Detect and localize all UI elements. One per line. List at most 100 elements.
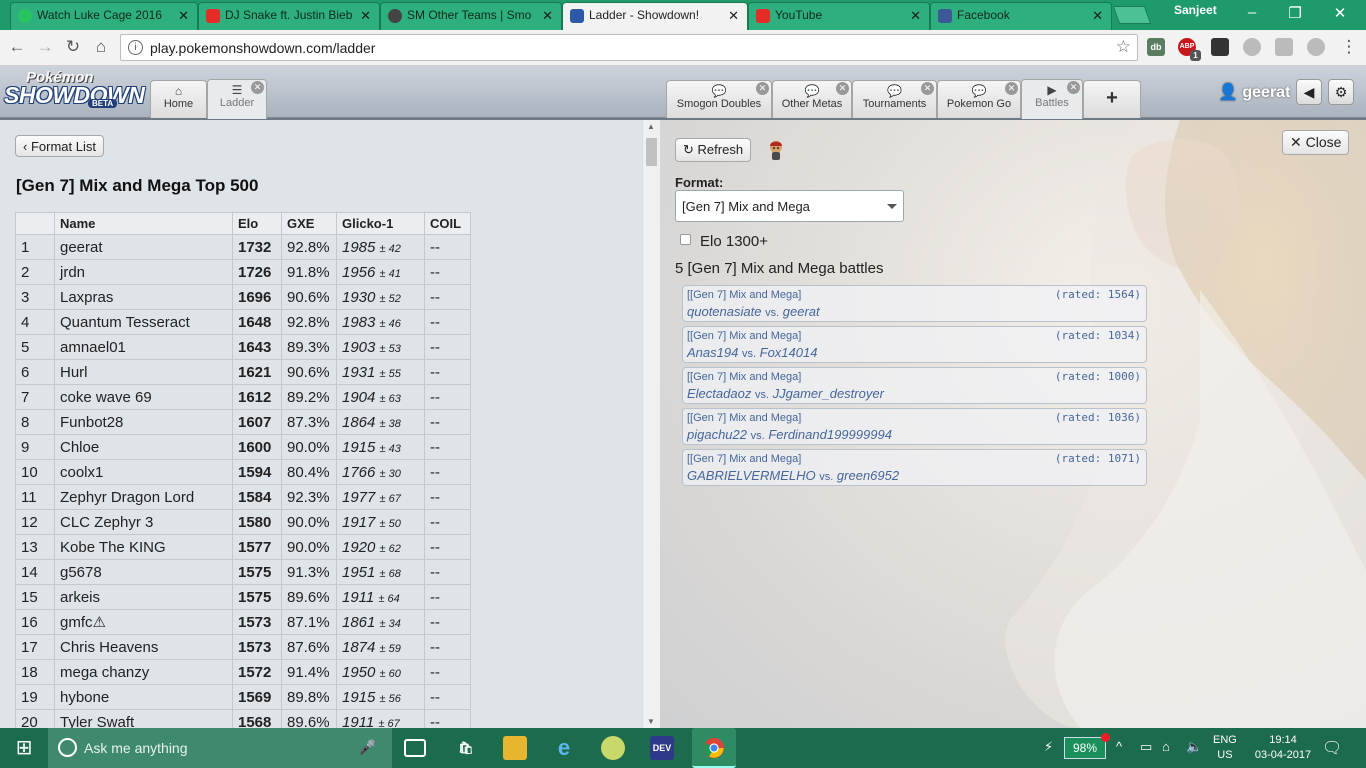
power-plug-icon[interactable]: ⚡ [1044, 739, 1053, 755]
player-name-link[interactable]: g5678 [54, 559, 233, 585]
info-icon[interactable]: i [128, 40, 143, 55]
db-extension-icon[interactable]: db [1147, 38, 1165, 56]
format-select[interactable]: [Gen 7] Mix and Mega [675, 190, 904, 222]
restore-icon[interactable]: ❐ [1280, 4, 1310, 22]
chevron-up-icon[interactable]: ^ [1116, 739, 1122, 754]
browser-tab-3[interactable]: Ladder - Showdown! ✕ [562, 2, 748, 30]
battle-list-item[interactable]: [[Gen 7] Mix and Mega] (rated: 1034) Anas1… [682, 326, 1147, 363]
close-icon[interactable]: ✕ [1005, 82, 1018, 95]
extension-icon[interactable] [1211, 38, 1229, 56]
player-name-link[interactable]: Chris Heavens [54, 634, 233, 660]
store-icon[interactable]: 🛍 [454, 736, 478, 760]
network-icon[interactable]: ⌂ [1162, 739, 1170, 754]
player-name-link[interactable]: amnael01 [54, 334, 233, 360]
column-elo[interactable]: Elo [232, 212, 282, 235]
language-indicator[interactable]: ENG US [1213, 733, 1237, 763]
file-explorer-icon[interactable] [503, 736, 527, 760]
close-icon[interactable]: ✕ [836, 82, 849, 95]
player-name-link[interactable]: CLC Zephyr 3 [54, 509, 233, 535]
extension-icon[interactable] [1275, 38, 1293, 56]
format-list-button[interactable]: ‹ Format List [15, 135, 104, 157]
home-icon[interactable]: ⌂ [90, 37, 112, 57]
elo-filter-checkbox[interactable] [680, 234, 691, 245]
tab-battles[interactable]: ▶ Battles ✕ [1021, 79, 1083, 119]
edge-icon[interactable]: e [552, 736, 576, 760]
tab-home[interactable]: ⌂ Home [150, 80, 207, 118]
window-close-icon[interactable]: ✕ [1325, 4, 1355, 22]
battery-icon[interactable]: ▭ [1140, 739, 1152, 755]
scrollbar[interactable]: ▲ ▼ [642, 120, 660, 728]
close-icon[interactable]: ✕ [360, 8, 371, 24]
clock[interactable]: 19:14 03-04-2017 [1252, 733, 1314, 763]
menu-icon[interactable]: ⋮ [1338, 37, 1360, 57]
close-button[interactable]: ✕ Close [1282, 130, 1350, 155]
windows-start-icon[interactable]: ⊞ [0, 728, 48, 768]
column-coil[interactable]: COIL [424, 212, 471, 235]
tab-pokemon-go[interactable]: 💬 Pokemon Go ✕ [937, 80, 1021, 118]
player-name-link[interactable]: Tyler Swaft [54, 709, 233, 728]
player-name-link[interactable]: Hurl [54, 359, 233, 385]
player-name-link[interactable]: gmfc⚠ [54, 609, 233, 635]
tab-tournaments[interactable]: 💬 Tournaments ✕ [852, 80, 937, 118]
close-icon[interactable]: ✕ [542, 8, 553, 24]
elo-filter-label[interactable]: Elo 1300+ [700, 233, 768, 250]
player-name-link[interactable]: Laxpras [54, 284, 233, 310]
task-view-icon[interactable] [404, 739, 426, 757]
volume-icon[interactable]: 🔈 [1186, 739, 1202, 755]
action-center-icon[interactable]: 🗨 [1322, 738, 1342, 758]
close-icon[interactable]: ✕ [1092, 8, 1103, 24]
battery-indicator[interactable]: 98% [1064, 733, 1110, 759]
sound-icon[interactable]: ◀ [1296, 79, 1322, 105]
close-icon[interactable]: ✕ [756, 82, 769, 95]
url-field[interactable]: i play.pokemonshowdown.com/ladder ☆ [120, 34, 1138, 61]
scroll-down-icon[interactable]: ▼ [647, 717, 655, 726]
gear-icon[interactable]: ⚙ [1328, 79, 1354, 105]
battle-list-item[interactable]: [[Gen 7] Mix and Mega] (rated: 1071) GABRI… [682, 449, 1147, 486]
close-icon[interactable]: ✕ [178, 8, 189, 24]
scroll-up-icon[interactable]: ▲ [647, 122, 655, 131]
player-name-link[interactable]: coolx1 [54, 459, 233, 485]
player-name-link[interactable]: Zephyr Dragon Lord [54, 484, 233, 510]
browser-tab-2[interactable]: SM Other Teams | Smo ✕ [380, 2, 562, 30]
extension-icon[interactable] [1307, 38, 1325, 56]
column-glicko[interactable]: Glicko-1 [336, 212, 425, 235]
bookmark-star-icon[interactable]: ☆ [1116, 37, 1131, 57]
player-name-link[interactable]: geerat [54, 234, 233, 260]
battle-list-item[interactable]: [[Gen 7] Mix and Mega] (rated: 1000) Elect… [682, 367, 1147, 404]
cortana-search[interactable]: Ask me anything 🎤 [48, 728, 392, 768]
forward-icon[interactable]: → [34, 37, 56, 57]
extension-icon[interactable] [1243, 38, 1261, 56]
player-name-link[interactable]: Funbot28 [54, 409, 233, 435]
column-gxe[interactable]: GXE [281, 212, 337, 235]
user-menu[interactable]: 👤 geerat [1218, 82, 1290, 102]
player-name-link[interactable]: jrdn [54, 259, 233, 285]
player-name-link[interactable]: coke wave 69 [54, 384, 233, 410]
battle-list-item[interactable]: [[Gen 7] Mix and Mega] (rated: 1036) pigac… [682, 408, 1147, 445]
tab-smogon-doubles[interactable]: 💬 Smogon Doubles ✕ [666, 80, 772, 118]
back-icon[interactable]: ← [6, 37, 28, 57]
profile-name[interactable]: Sanjeet [1174, 3, 1217, 17]
browser-tab-4[interactable]: YouTube ✕ [748, 2, 930, 30]
tab-other-metas[interactable]: 💬 Other Metas ✕ [772, 80, 852, 118]
player-name-link[interactable]: mega chanzy [54, 659, 233, 685]
player-name-link[interactable]: Chloe [54, 434, 233, 460]
url-text[interactable]: play.pokemonshowdown.com/ladder [150, 40, 375, 56]
player-name-link[interactable]: arkeis [54, 584, 233, 610]
tab-ladder[interactable]: ☰ Ladder ✕ [207, 79, 267, 119]
column-name[interactable]: Name [54, 212, 233, 235]
player-name-link[interactable]: Kobe The KING [54, 534, 233, 560]
chrome-icon[interactable] [692, 728, 736, 768]
refresh-button[interactable]: ↻ Refresh [675, 138, 752, 162]
reload-icon[interactable]: ↻ [62, 37, 84, 57]
dev-icon[interactable]: DEV [650, 736, 674, 760]
add-tab-button[interactable]: + [1083, 80, 1141, 118]
close-icon[interactable]: ✕ [910, 8, 921, 24]
browser-tab-1[interactable]: DJ Snake ft. Justin Bieb ✕ [198, 2, 380, 30]
close-icon[interactable]: ✕ [1067, 81, 1080, 94]
new-tab-button[interactable] [1112, 6, 1152, 24]
minimize-icon[interactable]: – [1237, 4, 1267, 21]
showdown-logo[interactable]: Pokémon SHOWDOWN BETA [4, 69, 146, 115]
game-icon[interactable] [601, 736, 625, 760]
trainer-avatar-icon[interactable] [766, 140, 786, 162]
scrollbar-thumb[interactable] [646, 138, 657, 166]
